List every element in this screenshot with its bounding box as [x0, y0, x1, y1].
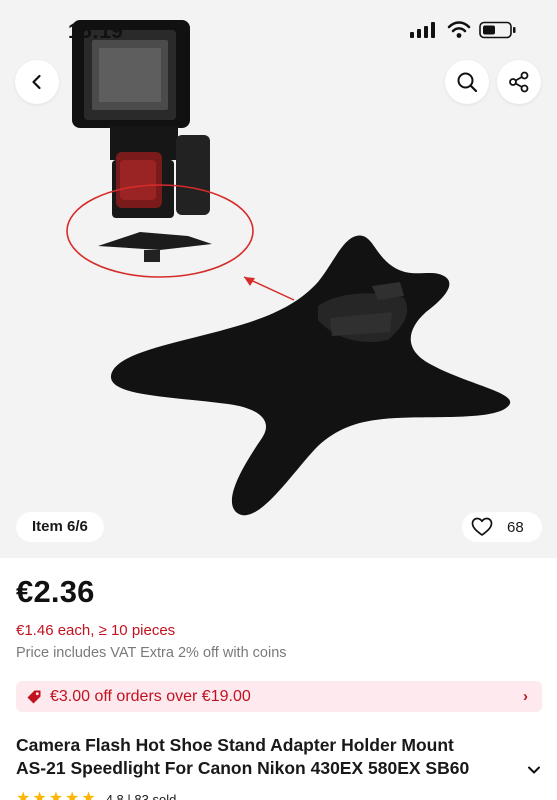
vat-note: Price includes VAT Extra 2% off with coi… [16, 645, 287, 661]
chevron-down-icon[interactable] [526, 762, 542, 778]
wishlist-button[interactable]: 68 [462, 512, 542, 542]
tag-icon [27, 690, 41, 703]
cellular-signal-icon [410, 22, 435, 38]
search-icon [457, 72, 478, 93]
product-title[interactable]: Camera Flash Hot Shoe Stand Adapter Hold… [16, 734, 528, 780]
status-icons [409, 21, 517, 39]
promo-banner[interactable]: €3.00 off orders over €19.00 › [16, 681, 542, 712]
share-icon [509, 71, 529, 93]
battery-icon [479, 21, 516, 39]
star-icon: ★ [16, 790, 31, 800]
image-counter: Item 6/6 [16, 512, 104, 542]
wifi-icon [447, 21, 471, 38]
product-image-gallery[interactable]: 15:19 Item 6/6 68 [0, 0, 557, 558]
rating-row[interactable]: ★ ★ ★ ★ ★ 4.8 | 83 sold [16, 791, 176, 800]
heart-icon [471, 517, 493, 536]
product-title-line-2: AS-21 Speedlight For Canon Nikon 430EX 5… [16, 758, 470, 778]
search-button[interactable] [445, 60, 489, 104]
star-icon: ★ [81, 790, 96, 800]
product-title-line-1: Camera Flash Hot Shoe Stand Adapter Hold… [16, 735, 454, 755]
status-time: 15:19 [68, 20, 124, 43]
star-icon: ★ [65, 790, 80, 800]
star-icon: ★ [32, 790, 47, 800]
rating-summary: 4.8 | 83 sold [105, 791, 177, 800]
status-bar: 15:19 [0, 0, 557, 62]
share-button[interactable] [497, 60, 541, 104]
wishlist-count: 68 [507, 518, 524, 536]
current-price: €2.36 [16, 574, 95, 609]
promo-text: €3.00 off orders over €19.00 [50, 687, 251, 705]
star-icon: ★ [48, 790, 64, 800]
back-arrow-icon [32, 74, 41, 90]
back-button[interactable] [15, 60, 59, 104]
chevron-right-icon: › [523, 688, 528, 705]
bulk-price: €1.46 each, ≥ 10 pieces [16, 622, 176, 639]
